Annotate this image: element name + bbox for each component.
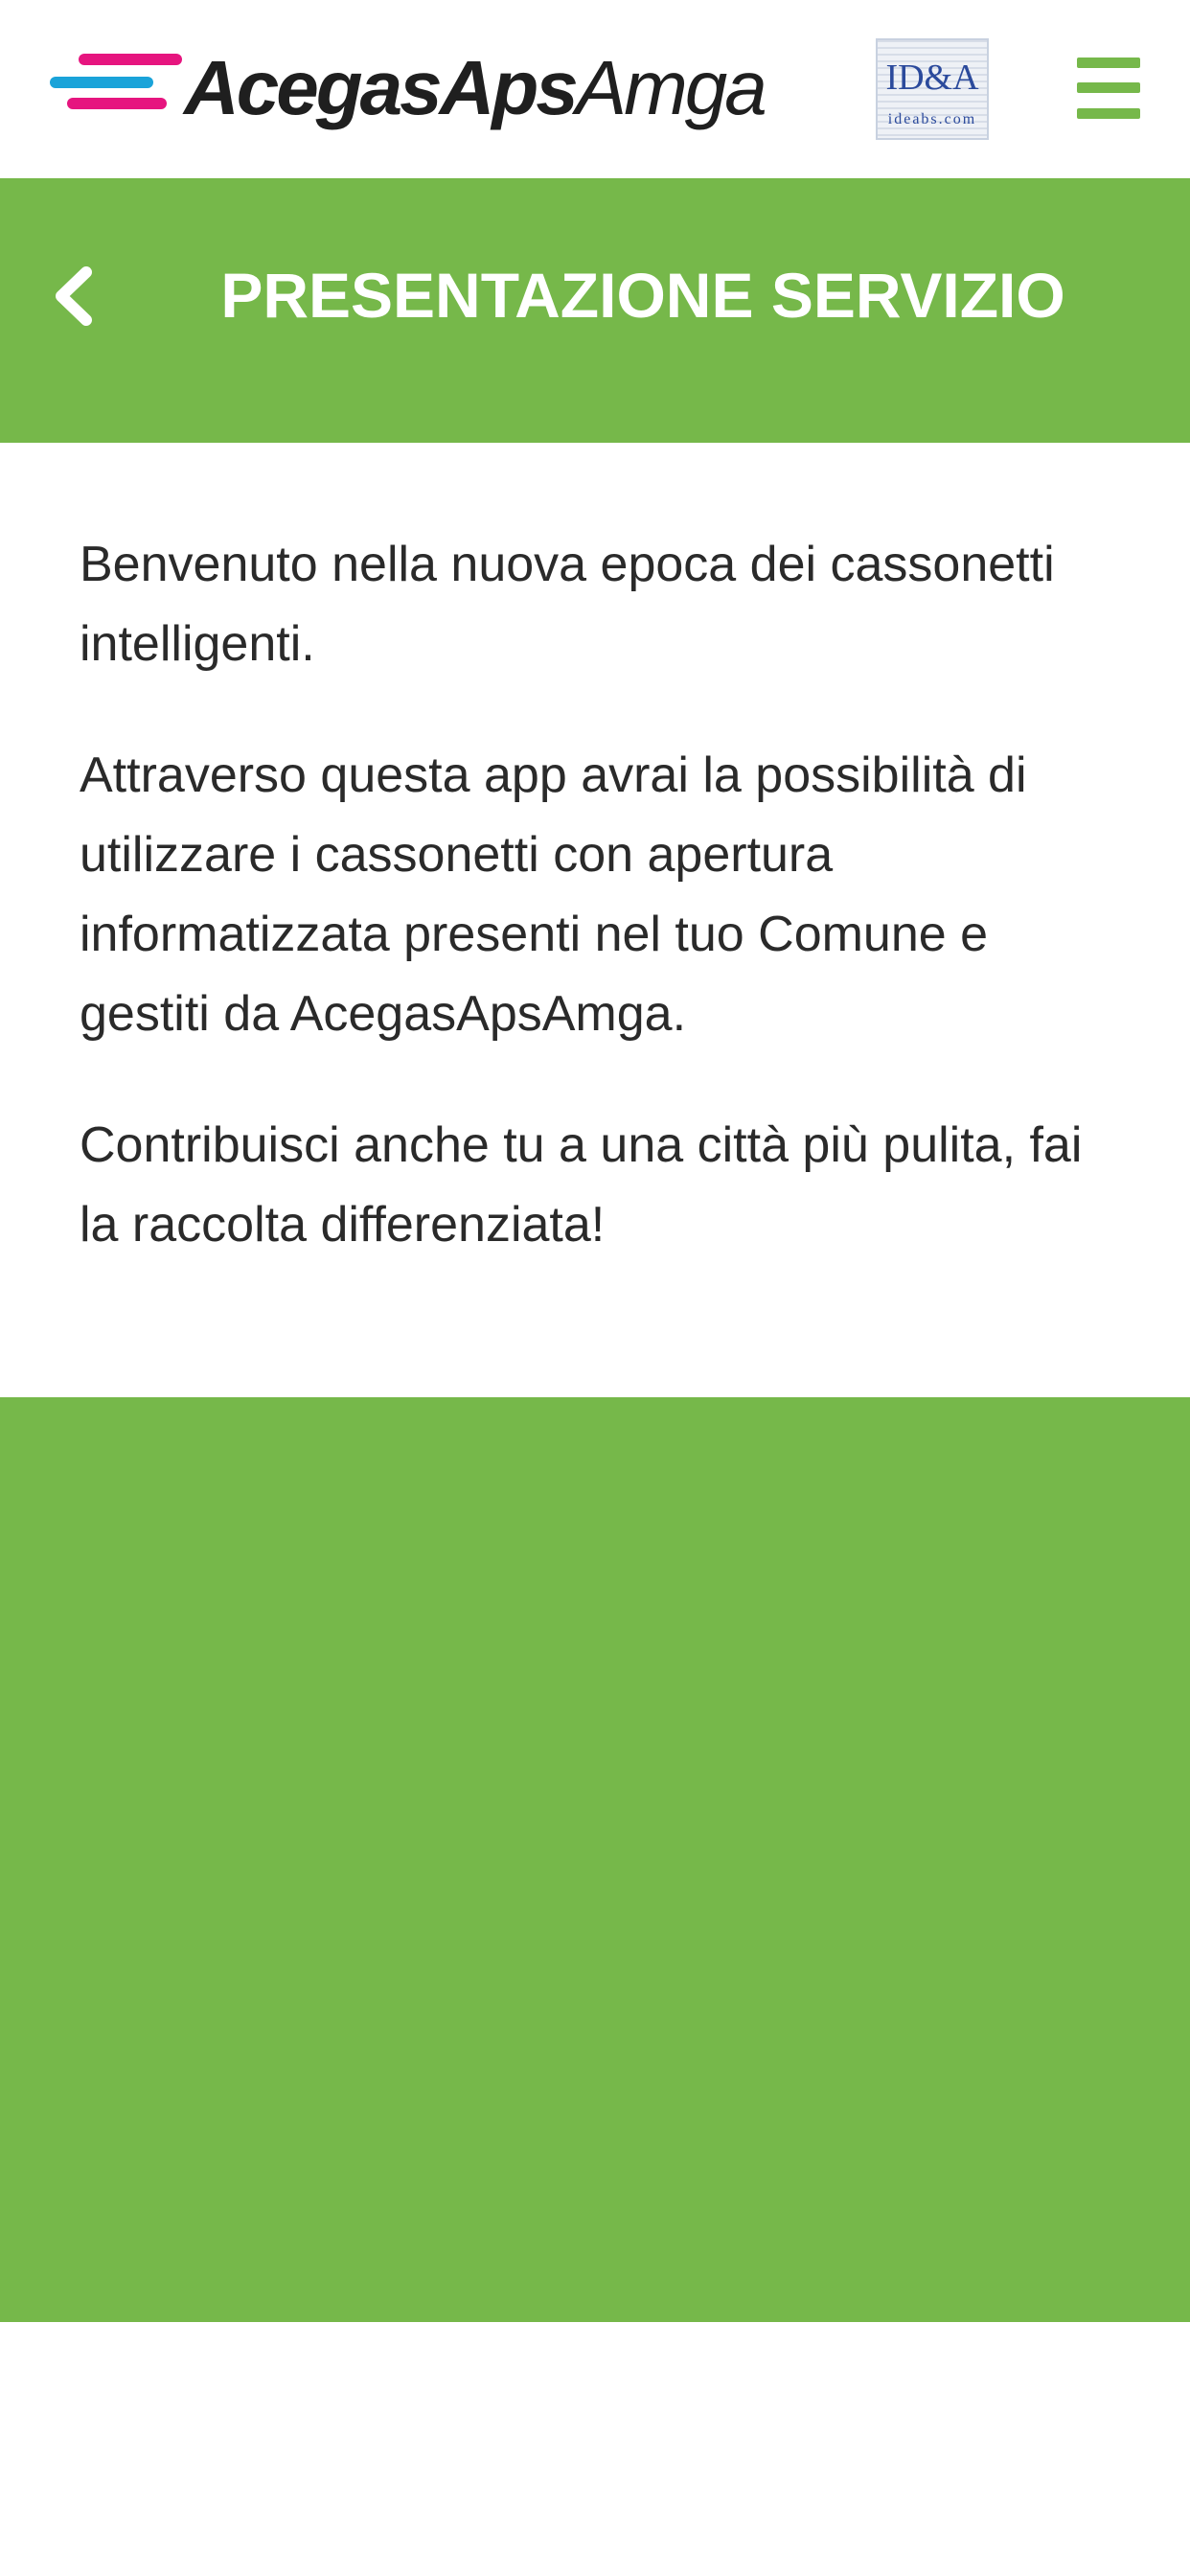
acegasapsamga-logo: AcegasApsAmga xyxy=(50,42,767,138)
logo-wordmark: AcegasApsAmga xyxy=(184,42,767,134)
chevron-left-icon xyxy=(56,266,92,326)
service-description: Benvenuto nella nuova epoca dei cassonet… xyxy=(80,525,1124,1317)
hamburger-menu-icon[interactable] xyxy=(1077,58,1140,119)
top-header: AcegasApsAmga ID&A ideabs.com xyxy=(0,0,1190,178)
paragraph-call-to-action: Contribuisci anche tu a una città più pu… xyxy=(80,1117,1083,1253)
green-panel xyxy=(0,1397,1190,2322)
ideabs-logo: ID&A ideabs.com xyxy=(876,38,989,140)
menu-bar-middle xyxy=(1077,82,1140,93)
badge-site: ideabs.com xyxy=(887,111,977,127)
logo-text-light: Amga xyxy=(575,45,767,130)
menu-bar-bottom xyxy=(1077,108,1140,119)
badge-brand: ID&A xyxy=(885,58,979,98)
page-title: PRESENTAZIONE SERVIZIO xyxy=(220,260,1065,331)
back-button[interactable] xyxy=(48,263,102,330)
menu-bar-top xyxy=(1077,58,1140,68)
app-screen: AcegasApsAmga ID&A ideabs.com PRESENTAZI… xyxy=(0,0,1190,2576)
paragraph-welcome: Benvenuto nella nuova epoca dei cassonet… xyxy=(80,537,1055,672)
paragraph-app-purpose: Attraverso questa app avrai la possibili… xyxy=(80,748,1027,1042)
logo-stripes-icon xyxy=(50,54,182,109)
logo-text-bold: AcegasAps xyxy=(184,45,579,130)
